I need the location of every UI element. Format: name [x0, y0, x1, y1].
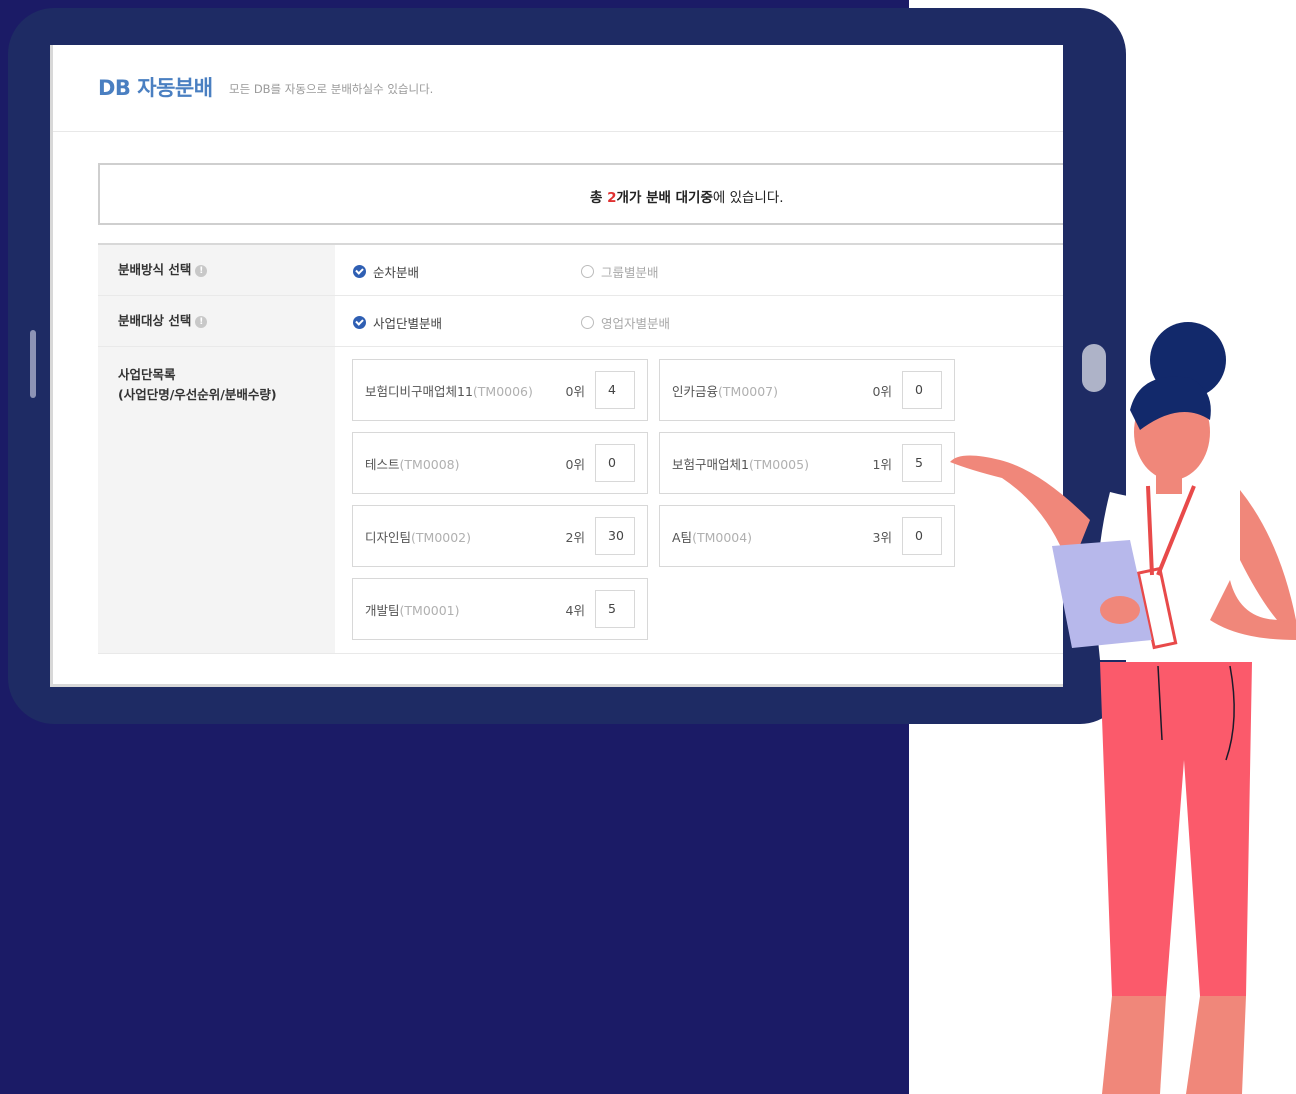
method-label: 분배방식 선택!: [98, 245, 335, 295]
business-code: (TM0004): [692, 530, 753, 545]
tablet-side-button: [30, 330, 36, 398]
list-item: 보험디비구매업체11(TM0006) 0위 4: [352, 359, 648, 421]
business-code: (TM0008): [399, 457, 460, 472]
notice-prefix: 총: [590, 190, 608, 206]
business-list-label-line1: 사업단목록: [118, 367, 176, 382]
info-icon[interactable]: !: [195, 315, 208, 328]
radio-checked-icon: [353, 316, 366, 329]
business-name-text: 개발팀: [365, 603, 400, 618]
business-name-text: 디자인팀: [365, 530, 412, 545]
radio-label: 그룹별분배: [601, 265, 659, 280]
priority-rank: 4위: [565, 603, 585, 618]
priority-rank: 3위: [872, 530, 892, 545]
business-name-text: 테스트: [365, 457, 400, 472]
target-label: 분배대상 선택!: [98, 296, 335, 346]
priority-rank: 1위: [872, 457, 892, 472]
pending-notice: 총 2개가 분배 대기중에 있습니다.: [98, 163, 1063, 225]
business-name-text: 보험디비구매업체11: [365, 384, 473, 399]
business-name: 보험디비구매업체11(TM0006): [365, 381, 533, 400]
business-list-label: 사업단목록 (사업단명/우선순위/분배수량): [98, 347, 335, 653]
business-name-text: 인카금융: [672, 384, 719, 399]
radio-group[interactable]: 그룹별분배: [581, 262, 659, 281]
quantity-input[interactable]: 30: [595, 517, 635, 555]
business-name-text: 보험구매업체1: [672, 457, 749, 472]
list-item: A팀(TM0004) 3위 0: [659, 505, 955, 567]
radio-sequential[interactable]: 순차분배: [353, 262, 419, 281]
radio-label: 순차분배: [373, 265, 420, 280]
radio-checked-icon: [353, 265, 366, 278]
list-item: 테스트(TM0008) 0위 0: [352, 432, 648, 494]
list-item: 보험구매업체1(TM0005) 1위 5: [659, 432, 955, 494]
notice-text: 총 2개가 분배 대기중에 있습니다.: [590, 186, 784, 206]
notice-bold-suffix: 개가 분배 대기중: [616, 190, 713, 206]
tablet-screen: DB 자동분배 모든 DB를 자동으로 분배하실수 있습니다. 총 2개가 분배…: [50, 45, 1063, 687]
priority-rank: 2위: [565, 530, 585, 545]
radio-business-unit[interactable]: 사업단별분배: [353, 313, 442, 332]
notice-suffix: 에 있습니다.: [712, 190, 784, 206]
business-name: 테스트(TM0008): [365, 454, 460, 473]
business-name: A팀(TM0004): [672, 527, 752, 546]
radio-salesperson[interactable]: 영업자별분배: [581, 313, 670, 332]
quantity-input[interactable]: 4: [595, 371, 635, 409]
business-name: 보험구매업체1(TM0005): [672, 454, 809, 473]
radio-unchecked-icon: [581, 316, 594, 329]
priority-rank: 0위: [872, 384, 892, 399]
method-row: 분배방식 선택! 순차분배 그룹별분배: [98, 245, 1063, 296]
business-code: (TM0001): [399, 603, 460, 618]
method-label-text: 분배방식 선택: [118, 262, 192, 277]
priority-rank: 0위: [565, 457, 585, 472]
target-label-text: 분배대상 선택: [118, 313, 192, 328]
business-name: 개발팀(TM0001): [365, 600, 460, 619]
business-name: 인카금융(TM0007): [672, 381, 778, 400]
priority-rank: 0위: [565, 384, 585, 399]
quantity-input[interactable]: 5: [902, 444, 942, 482]
list-item: 디자인팀(TM0002) 2위 30: [352, 505, 648, 567]
business-code: (TM0007): [718, 384, 779, 399]
woman-illustration: [950, 322, 1296, 1094]
page-title: DB 자동분배: [98, 76, 213, 100]
distribution-form: 분배방식 선택! 순차분배 그룹별분배 분배대상 선택! 사업단별분배 영업자별…: [98, 243, 1063, 654]
quantity-input[interactable]: 5: [595, 590, 635, 628]
quantity-input[interactable]: 0: [902, 517, 942, 555]
business-list-row: 사업단목록 (사업단명/우선순위/분배수량) 보험디비구매업체11(TM0006…: [98, 347, 1063, 654]
list-item: 인카금융(TM0007) 0위 0: [659, 359, 955, 421]
business-list-label-line2: (사업단명/우선순위/분배수량): [118, 387, 277, 402]
info-icon[interactable]: !: [195, 264, 208, 277]
business-name: 디자인팀(TM0002): [365, 527, 471, 546]
quantity-input[interactable]: 0: [902, 371, 942, 409]
business-name-text: A팀: [672, 530, 693, 545]
radio-unchecked-icon: [581, 265, 594, 278]
page-header: DB 자동분배 모든 DB를 자동으로 분배하실수 있습니다.: [53, 45, 1063, 132]
target-row: 분배대상 선택! 사업단별분배 영업자별분배: [98, 296, 1063, 347]
method-options: 순차분배 그룹별분배: [335, 245, 1063, 295]
radio-label: 사업단별분배: [373, 316, 443, 331]
pending-count: 2: [607, 190, 617, 206]
business-code: (TM0006): [472, 384, 533, 399]
business-code: (TM0005): [748, 457, 809, 472]
page-subtitle: 모든 DB를 자동으로 분배하실수 있습니다.: [229, 82, 434, 96]
quantity-input[interactable]: 0: [595, 444, 635, 482]
business-code: (TM0002): [411, 530, 472, 545]
radio-label: 영업자별분배: [601, 316, 671, 331]
list-item: 개발팀(TM0001) 4위 5: [352, 578, 648, 640]
